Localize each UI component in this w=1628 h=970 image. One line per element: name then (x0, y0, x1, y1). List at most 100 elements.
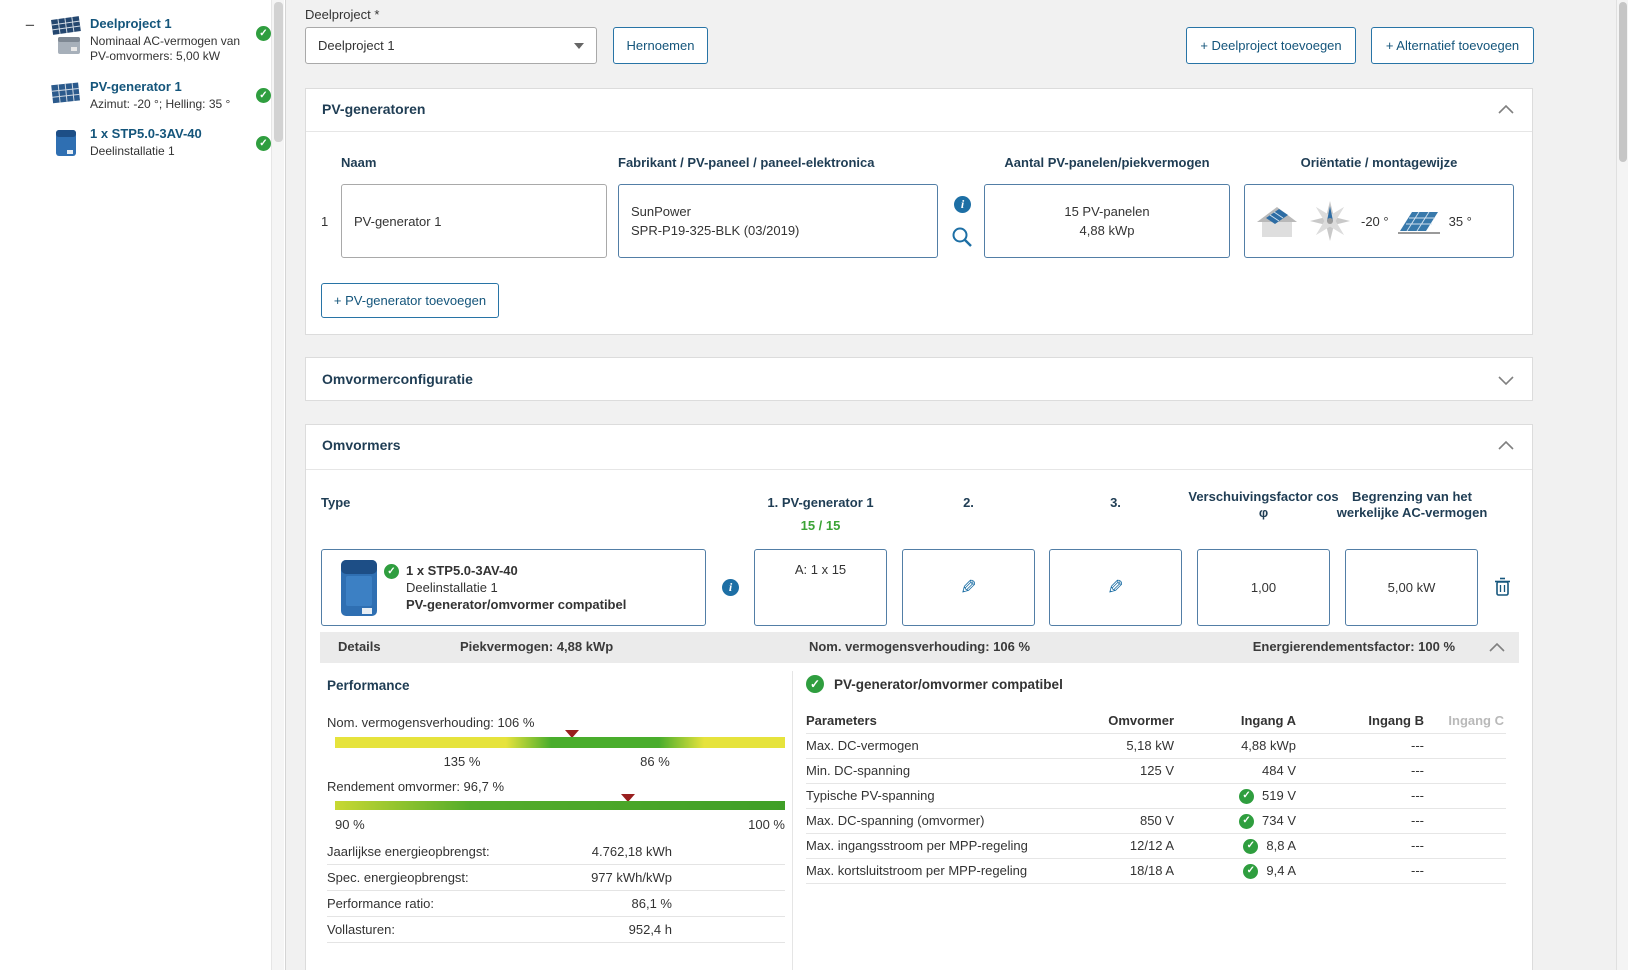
pv-generators-panel: PV-generatoren Naam Fabrikant / PV-panee… (305, 88, 1533, 335)
table-row: Max. DC-vermogen 5,18 kW 4,88 kWp --- (806, 734, 1506, 759)
col-header-panel: Fabrikant / PV-paneel / paneel-elektroni… (618, 155, 875, 170)
assignment-3-box[interactable]: ✎ (1049, 549, 1182, 626)
panel-select-box[interactable]: SunPower SPR-P19-325-BLK (03/2019) (618, 184, 938, 258)
rename-button[interactable]: Hernoemen (613, 27, 708, 64)
collapse-chevron-up-icon[interactable] (1498, 441, 1514, 450)
sidebar-scrollbar[interactable] (271, 0, 284, 970)
assignment-a-box[interactable]: A: 1 x 15 (754, 549, 887, 626)
sidebar-item-inverter[interactable]: 1 x STP5.0-3AV-40 Deelinstallatie 1 (46, 126, 274, 159)
tilt-icon (1397, 211, 1440, 234)
generator-name-value: PV-generator 1 (354, 213, 442, 229)
ratio-label: Nom. vermogensverhouding: 106 % (327, 715, 535, 730)
collapse-chevron-up-icon (1489, 643, 1505, 652)
stat-label: Spec. energieopbrengst: (327, 870, 469, 885)
add-pv-generator-button[interactable]: + PV-generator toevoegen (321, 283, 499, 318)
panel-search-icon[interactable] (951, 226, 973, 248)
col-parameters: Parameters (806, 713, 877, 728)
eff-right-label: 100 % (748, 817, 785, 832)
col-header-type: Type (321, 495, 351, 510)
collapse-chevron-down-icon[interactable] (1498, 376, 1514, 385)
deelproject-select[interactable]: Deelproject 1 (305, 27, 597, 64)
sidebar-item-title: 1 x STP5.0-3AV-40 (90, 126, 202, 141)
table-row: Max. kortsluitstroom per MPP-regeling 18… (806, 859, 1506, 884)
collapse-chevron-up-icon[interactable] (1498, 105, 1514, 114)
delete-trash-icon[interactable] (1494, 577, 1511, 597)
sidebar-item-title: Deelproject 1 (90, 16, 172, 31)
performance-stats: Jaarlijkse energieopbrengst: 4.762,18 kW… (327, 839, 785, 943)
table-row: Min. DC-spanning 125 V 484 V --- (806, 759, 1506, 784)
efficiency-label: Rendement omvormer: 96,7 % (327, 779, 505, 794)
tree-collapse-toggle[interactable]: − (22, 17, 38, 34)
sidebar-item-pv-generator[interactable]: PV-generator 1 Azimut: -20 °; Helling: 3… (46, 79, 274, 112)
panel-info-icon[interactable]: i (954, 196, 971, 213)
inverters-panel: Omvormers Type 1. PV-generator 1 15 / 15… (305, 424, 1533, 970)
pv-panel-icon (51, 82, 80, 104)
column-divider (792, 671, 793, 970)
panel-title: Omvormerconfiguratie (322, 371, 473, 387)
param-a: 9,4 A (1266, 863, 1296, 878)
param-label: Max. kortsluitstroom per MPP-regeling (806, 863, 1028, 878)
assignment-2-box[interactable]: ✎ (902, 549, 1035, 626)
project-tree-sidebar: − Deelproject 1 Nominaal AC-vermogen van… (0, 0, 286, 970)
col-header-orientation: Oriëntatie / montagewijze (1300, 155, 1458, 170)
ratio-left-label: 135 % (443, 754, 481, 769)
house-icon (1257, 207, 1297, 237)
param-omvormer: 850 V (1140, 813, 1174, 828)
col-omvormer: Omvormer (1108, 713, 1174, 728)
compat-status-text: PV-generator/omvormer compatibel (834, 676, 1063, 692)
window-scrollbar[interactable] (1616, 0, 1628, 970)
inverter-info-icon[interactable]: i (722, 579, 739, 596)
cos-phi-box[interactable]: 1,00 (1197, 549, 1330, 626)
param-a: 484 V (1262, 763, 1296, 778)
add-alternative-button[interactable]: + Alternatief toevoegen (1371, 27, 1534, 64)
stat-value: 952,4 h (628, 922, 672, 937)
param-b: --- (1411, 738, 1424, 753)
sidebar-item-deelproject[interactable]: Deelproject 1 Nominaal AC-vermogen van P… (46, 16, 274, 64)
col-header-name: Naam (341, 155, 377, 170)
performance-title: Performance (327, 678, 410, 693)
app-window: − Deelproject 1 Nominaal AC-vermogen van… (0, 0, 1628, 970)
col-ingang-c: Ingang C (1448, 713, 1504, 728)
panel-title: Omvormers (322, 437, 401, 453)
details-energy-factor: Energierendementsfactor: 100 % (1252, 639, 1455, 654)
sidebar-item-subtitle: Deelinstallatie 1 (90, 144, 175, 158)
gen1-assigned-count: 15 / 15 (800, 518, 841, 533)
compass-icon (1310, 201, 1350, 241)
col-header-cosphi: Verschuivingsfactor cos φ (1188, 489, 1339, 520)
details-expander-bar[interactable]: Details Piekvermogen: 4,88 kWp Nom. verm… (320, 632, 1519, 663)
param-a: 734 V (1262, 813, 1296, 828)
param-a: 519 V (1262, 788, 1296, 803)
stat-value: 977 kWh/kWp (591, 870, 672, 885)
inverter-config-panel[interactable]: Omvormerconfiguratie (305, 357, 1533, 401)
tilt-value: 35 ° (1448, 213, 1472, 229)
param-label: Max. DC-vermogen (806, 738, 919, 753)
panel-count: 15 PV-panelen (1064, 204, 1150, 219)
col-header-2: 2. (963, 495, 974, 510)
ac-limit-box[interactable]: 5,00 kW (1345, 549, 1478, 626)
ac-limit-value: 5,00 kW (1387, 580, 1436, 595)
peak-power: 4,88 kWp (1079, 223, 1135, 238)
azimuth-value: -20 ° (1361, 213, 1389, 229)
param-omvormer: 125 V (1140, 763, 1174, 778)
panel-count-box[interactable]: 15 PV-panelen 4,88 kWp (984, 184, 1230, 258)
param-label: Max. DC-spanning (omvormer) (806, 813, 985, 828)
sidebar-item-title: PV-generator 1 (90, 79, 182, 94)
edit-pencil-icon: ✎ (960, 577, 977, 599)
inverter-subtitle: Deelinstallatie 1 (406, 580, 498, 595)
parameters-table: Parameters Omvormer Ingang A Ingang B In… (806, 709, 1506, 884)
col-header-count: Aantal PV-panelen/piekvermogen (1004, 155, 1210, 170)
orientation-box[interactable]: -20 ° 35 ° (1244, 184, 1514, 258)
stat-label: Jaarlijkse energieopbrengst: (327, 844, 490, 859)
col-header-ac-limit: Begrenzing van het werkelijke AC-vermoge… (1336, 489, 1488, 520)
generator-name-input[interactable]: PV-generator 1 (341, 184, 607, 258)
inverter-name: 1 x STP5.0-3AV-40 (406, 563, 518, 578)
stat-row: Performance ratio: 86,1 % (327, 891, 785, 917)
param-a: 8,8 A (1266, 838, 1296, 853)
sidebar-item-subtitle: Azimut: -20 °; Helling: 35 ° (90, 97, 231, 111)
efficiency-bar (335, 801, 785, 810)
add-subproject-button[interactable]: + Deelproject toevoegen (1186, 27, 1356, 64)
inverter-photo (341, 560, 377, 616)
param-b: --- (1411, 763, 1424, 778)
inverter-type-box[interactable]: ✓ 1 x STP5.0-3AV-40 Deelinstallatie 1 PV… (321, 549, 706, 626)
stat-value: 86,1 % (631, 896, 672, 911)
